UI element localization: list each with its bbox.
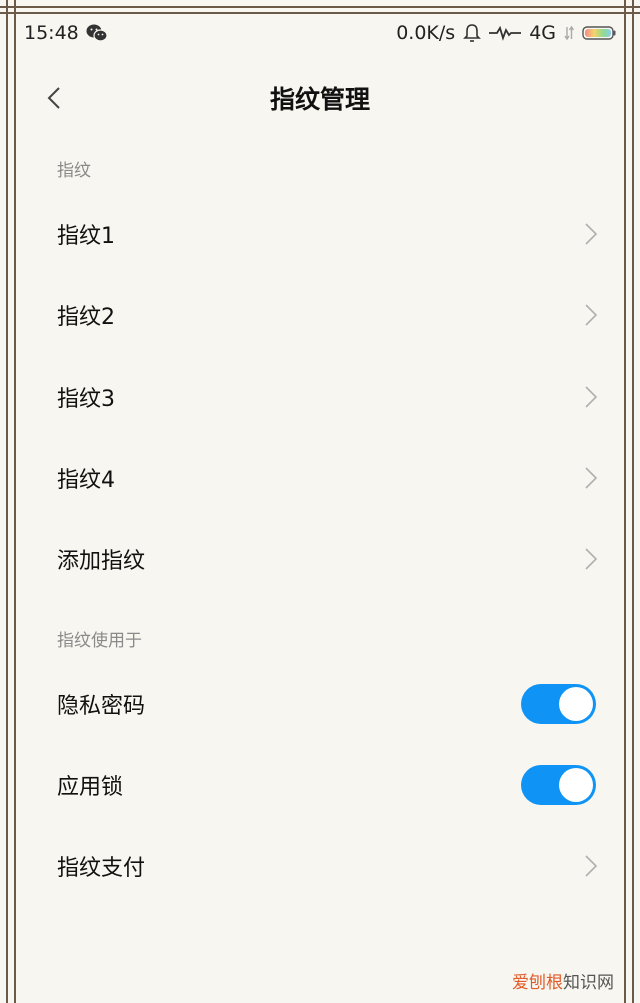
toggle-knob (559, 687, 593, 721)
signal-wave-icon (489, 25, 522, 41)
watermark-site: 知识网 (563, 973, 614, 993)
chevron-right-icon (585, 467, 598, 489)
section-header-fingerprints: 指纹 (57, 161, 91, 181)
status-time: 15:48 (24, 22, 79, 44)
row-label: 指纹2 (57, 305, 115, 330)
chevron-right-icon (585, 386, 598, 408)
row-label: 添加指纹 (57, 549, 146, 574)
list-item-fingerprint-4[interactable]: 指纹4 (0, 438, 640, 518)
data-arrows-icon (564, 25, 574, 41)
list-item-privacy-password[interactable]: 隐私密码 (0, 664, 640, 744)
row-label: 指纹1 (57, 224, 115, 249)
row-label: 指纹3 (57, 387, 115, 412)
row-label: 指纹4 (57, 468, 115, 493)
list-item-fingerprint-2[interactable]: 指纹2 (0, 275, 640, 355)
network-speed: 0.0K/s (396, 22, 456, 44)
chevron-right-icon (585, 304, 598, 326)
section-header-usage: 指纹使用于 (57, 631, 142, 651)
privacy-password-toggle[interactable] (521, 684, 596, 724)
list-item-fingerprint-payment[interactable]: 指纹支付 (0, 826, 640, 906)
status-right-group: 0.0K/s 4G (396, 22, 616, 44)
watermark: 爱刨根知识网 (512, 968, 614, 993)
frame-line-top-outer (0, 6, 640, 8)
toggle-knob (559, 768, 593, 802)
row-label: 隐私密码 (57, 694, 146, 719)
app-lock-toggle[interactable] (521, 765, 596, 805)
page-title: 指纹管理 (269, 85, 370, 114)
bell-icon (463, 23, 482, 43)
status-bar: 15:48 0.0K/s 4G (0, 18, 640, 52)
chevron-right-icon (585, 548, 598, 570)
list-item-fingerprint-1[interactable]: 指纹1 (0, 194, 640, 274)
row-label: 指纹支付 (57, 856, 146, 881)
network-type: 4G (529, 22, 556, 44)
chevron-right-icon (585, 855, 598, 877)
title-bar: 指纹管理 (0, 70, 640, 126)
frame-line-top-inner (0, 12, 640, 14)
watermark-brand: 爱刨根 (512, 973, 563, 993)
battery-icon (582, 26, 616, 40)
list-item-fingerprint-3[interactable]: 指纹3 (0, 357, 640, 437)
chevron-right-icon (585, 223, 598, 245)
wechat-icon (86, 23, 108, 43)
list-item-app-lock[interactable]: 应用锁 (0, 745, 640, 825)
list-item-add-fingerprint[interactable]: 添加指纹 (0, 519, 640, 599)
row-label: 应用锁 (57, 775, 124, 800)
